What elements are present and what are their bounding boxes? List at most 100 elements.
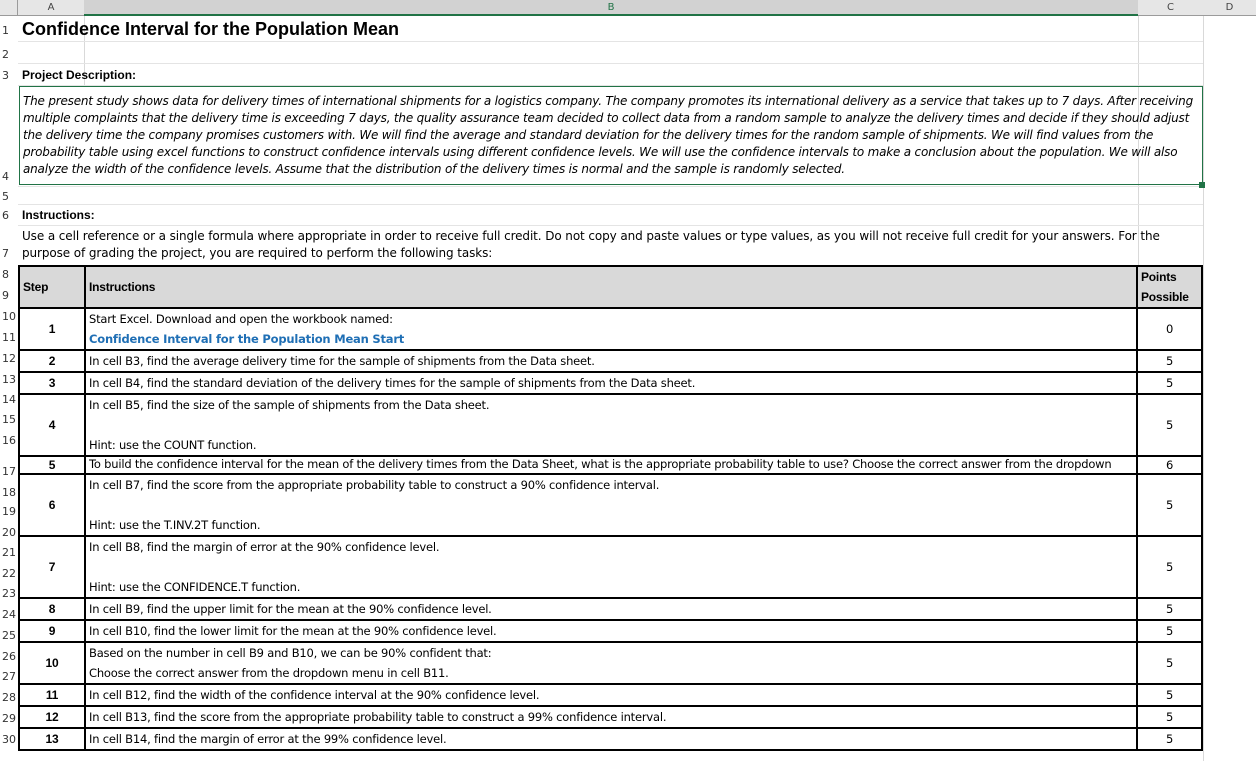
instruction-cell[interactable]: Start Excel. Download and open the workb…	[84, 307, 1138, 351]
row-header[interactable]: 24	[0, 608, 18, 621]
instruction-cell[interactable]: In cell B3, find the average delivery ti…	[84, 349, 1138, 373]
row-header[interactable]: 29	[0, 712, 18, 725]
row-header[interactable]: 17	[0, 465, 18, 478]
points-cell[interactable]: 5	[1136, 349, 1203, 373]
fill-handle[interactable]	[1199, 182, 1205, 188]
row-header[interactable]: 3	[0, 69, 18, 82]
table-row: 4 In cell B5, find the size of the sample…	[18, 393, 1203, 457]
instruction-cell[interactable]: In cell B4, find the standard deviation …	[84, 371, 1138, 395]
instruction-cell[interactable]: In cell B7, find the score from the appr…	[84, 473, 1138, 537]
instruction-cell[interactable]: In cell B9, find the upper limit for the…	[84, 597, 1138, 621]
points-cell[interactable]: 5	[1136, 619, 1203, 643]
step-number-cell[interactable]: 12	[18, 705, 86, 729]
row-header[interactable]: 28	[0, 691, 18, 704]
row-header[interactable]: 15	[0, 413, 18, 426]
column-header-c[interactable]: C	[1138, 0, 1203, 16]
instruction-cell[interactable]: In cell B10, find the lower limit for th…	[84, 619, 1138, 643]
instructions-text-cell[interactable]: Use a cell reference or a single formula…	[22, 228, 1202, 262]
row-header[interactable]: 13	[0, 373, 18, 386]
row-header[interactable]: 16	[0, 434, 18, 447]
instruction-line: Hint: use the T.INV.2T function.	[89, 518, 261, 532]
row-header[interactable]: 7	[0, 247, 18, 260]
row-header[interactable]: 8	[0, 268, 18, 281]
instructions-label[interactable]: Instructions:	[22, 208, 95, 222]
points-cell[interactable]: 5	[1136, 597, 1203, 621]
table-row: 3 In cell B4, find the standard deviation…	[18, 371, 1203, 395]
step-number-cell[interactable]: 2	[18, 349, 86, 373]
instruction-cell[interactable]: To build the confidence interval for the…	[84, 455, 1138, 475]
row-header[interactable]: 1	[0, 24, 18, 37]
points-cell[interactable]: 5	[1136, 641, 1203, 685]
step-number-cell[interactable]: 10	[18, 641, 86, 685]
row-header[interactable]: 27	[0, 670, 18, 683]
table-row: 1 Start Excel. Download and open the work…	[18, 307, 1203, 351]
row-header[interactable]: 30	[0, 733, 18, 746]
instruction-cell[interactable]: In cell B5, find the size of the sample …	[84, 393, 1138, 457]
points-cell[interactable]: 5	[1136, 683, 1203, 707]
row-header[interactable]: 19	[0, 505, 18, 518]
step-number-cell[interactable]: 7	[18, 535, 86, 599]
points-cell[interactable]: 6	[1136, 455, 1203, 475]
instruction-cell[interactable]: In cell B12, find the width of the confi…	[84, 683, 1138, 707]
project-description-cell[interactable]: The present study shows data for deliver…	[23, 93, 1193, 178]
table-row: 7 In cell B8, find the margin of error at…	[18, 535, 1203, 599]
select-all-corner[interactable]	[0, 0, 18, 16]
instruction-cell[interactable]: Based on the number in cell B9 and B10, …	[84, 641, 1138, 685]
row-header[interactable]: 6	[0, 209, 18, 222]
column-header-d[interactable]: D	[1203, 0, 1256, 16]
row-header[interactable]: 11	[0, 331, 18, 344]
header-points[interactable]: Points Possible	[1136, 265, 1203, 309]
step-number-cell[interactable]: 1	[18, 307, 86, 351]
points-cell[interactable]: 0	[1136, 307, 1203, 351]
gridline	[18, 225, 1203, 226]
row-header[interactable]: 12	[0, 352, 18, 365]
row-header[interactable]: 23	[0, 587, 18, 600]
instruction-line	[89, 557, 1133, 577]
column-header-a[interactable]: A	[18, 0, 84, 16]
instruction-cell[interactable]: In cell B8, find the margin of error at …	[84, 535, 1138, 599]
points-cell[interactable]: 5	[1136, 535, 1203, 599]
step-number-cell[interactable]: 5	[18, 455, 86, 475]
points-cell[interactable]: 5	[1136, 393, 1203, 457]
instruction-line: In cell B14, find the margin of error at…	[89, 732, 447, 746]
sheet-title[interactable]: Confidence Interval for the Population M…	[22, 19, 399, 40]
row-header[interactable]: 21	[0, 546, 18, 559]
points-cell[interactable]: 5	[1136, 371, 1203, 395]
table-row: 2 In cell B3, find the average delivery t…	[18, 349, 1203, 373]
row-header[interactable]: 9	[0, 289, 18, 302]
step-number-cell[interactable]: 4	[18, 393, 86, 457]
instruction-line: Based on the number in cell B9 and B10, …	[89, 646, 492, 660]
row-header[interactable]: 2	[0, 48, 18, 61]
row-header[interactable]: 18	[0, 486, 18, 499]
step-number-cell[interactable]: 3	[18, 371, 86, 395]
header-instructions[interactable]: Instructions	[84, 265, 1138, 309]
step-number-cell[interactable]: 13	[18, 727, 86, 751]
row-header[interactable]: 10	[0, 310, 18, 323]
points-cell[interactable]: 5	[1136, 727, 1203, 751]
header-step[interactable]: Step	[18, 265, 86, 309]
row-header[interactable]: 20	[0, 526, 18, 539]
row-header[interactable]: 25	[0, 629, 18, 642]
gridline	[18, 186, 1203, 187]
step-number-cell[interactable]: 8	[18, 597, 86, 621]
workbook-name-link[interactable]: Confidence Interval for the Population M…	[89, 329, 1133, 349]
points-cell[interactable]: 5	[1136, 705, 1203, 729]
instruction-cell[interactable]: In cell B13, find the score from the app…	[84, 705, 1138, 729]
instruction-cell[interactable]: In cell B14, find the margin of error at…	[84, 727, 1138, 751]
instruction-line	[89, 415, 1133, 435]
instruction-line: In cell B8, find the margin of error at …	[89, 540, 440, 554]
gridline	[18, 204, 1203, 205]
step-number-cell[interactable]: 11	[18, 683, 86, 707]
step-number-cell[interactable]: 9	[18, 619, 86, 643]
gridline	[18, 41, 1203, 42]
points-cell[interactable]: 5	[1136, 473, 1203, 537]
project-description-label[interactable]: Project Description:	[22, 68, 136, 82]
row-header[interactable]: 5	[0, 190, 18, 203]
row-header[interactable]: 4	[0, 170, 18, 183]
table-row: 10 Based on the number in cell B9 and B10…	[18, 641, 1203, 685]
step-number-cell[interactable]: 6	[18, 473, 86, 537]
row-header[interactable]: 26	[0, 650, 18, 663]
row-header[interactable]: 14	[0, 393, 18, 406]
row-header[interactable]: 22	[0, 567, 18, 580]
column-header-b[interactable]: B	[84, 0, 1138, 16]
